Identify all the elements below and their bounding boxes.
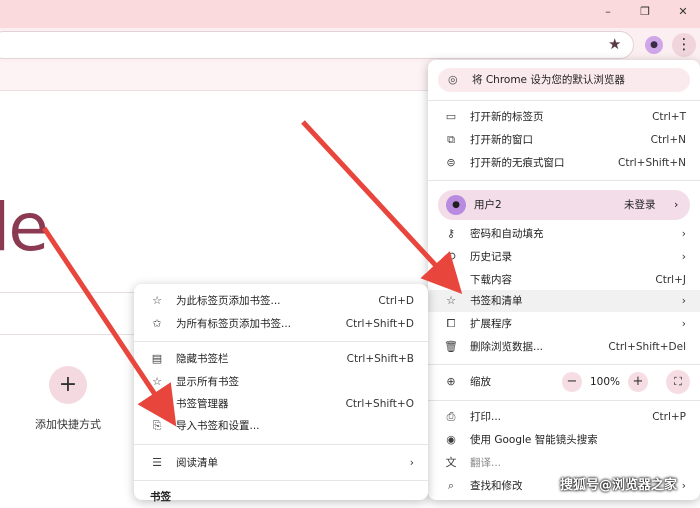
arrow-to-import-item (41, 226, 177, 427)
annotation-arrows (41, 120, 463, 427)
watermark: 搜狐号@浏览器之家 (560, 478, 678, 493)
arrow-to-bookmarks-menu (301, 120, 463, 295)
